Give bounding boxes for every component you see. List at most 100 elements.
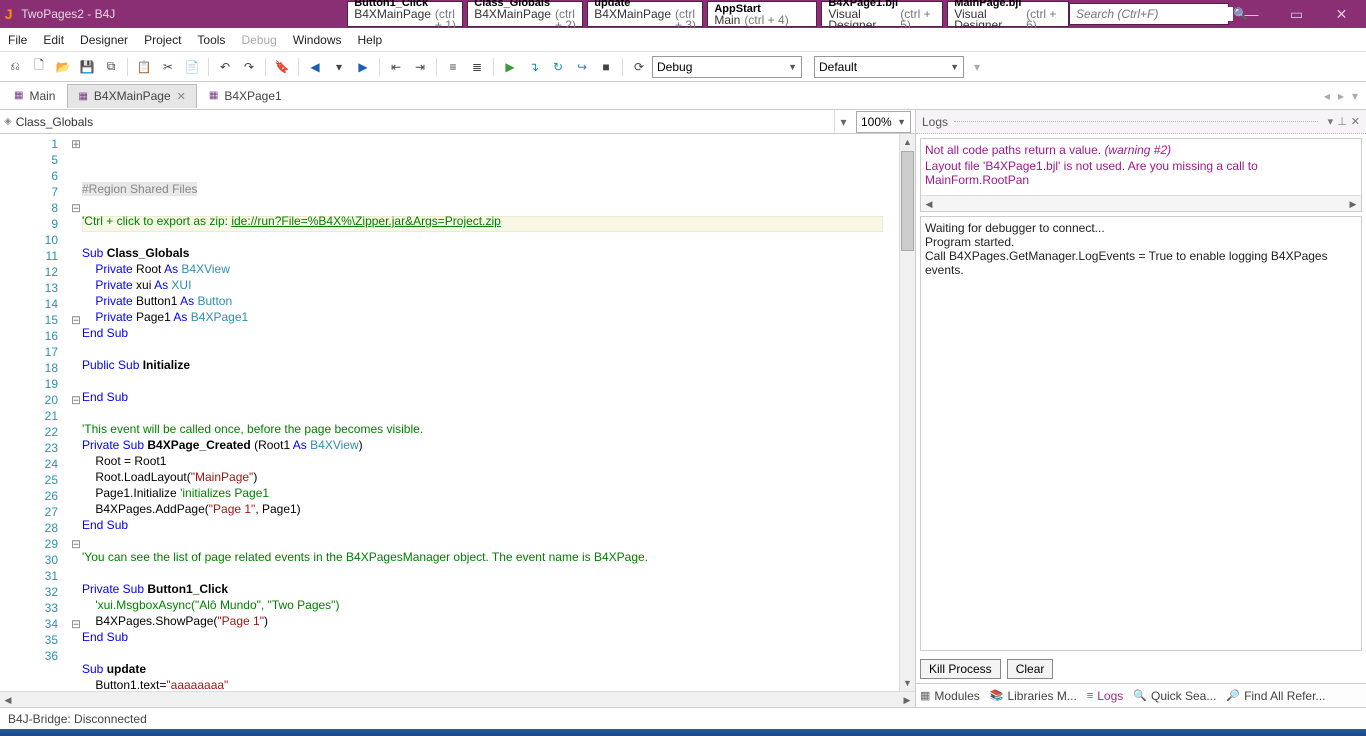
line-gutter: 1567891011121314151617181920212223242526…	[0, 134, 70, 691]
chevron-down-icon: ▼	[788, 62, 797, 72]
app-title: TwoPages2 - B4J	[17, 0, 347, 28]
tab-icon: 📚	[990, 689, 1004, 702]
title-tab[interactable]: B4XPage1.bjlVisual Designer(ctrl + 5)	[821, 1, 943, 27]
menu-windows[interactable]: Windows	[293, 33, 342, 47]
panel-close-icon[interactable]: ✕	[1351, 115, 1360, 128]
scroll-thumb[interactable]	[901, 151, 914, 251]
open-icon[interactable]: 📂	[52, 56, 74, 78]
comment-icon[interactable]: ≡	[442, 56, 464, 78]
nav-fwd-icon[interactable]: ▶	[352, 56, 374, 78]
clear-button[interactable]: Clear	[1007, 659, 1054, 679]
kill-process-button[interactable]: Kill Process	[920, 659, 1001, 679]
warning-item[interactable]: Not all code paths return a value. (warn…	[925, 143, 1357, 157]
zoom-combo[interactable]: 100% ▼	[856, 111, 911, 133]
editor-tab[interactable]: ▦B4XMainPage✕	[67, 84, 196, 108]
app-icon: J	[0, 0, 17, 28]
module-icon: ▦	[14, 90, 23, 101]
mode-combo[interactable]: Default ▼	[814, 56, 964, 78]
nav-back-icon[interactable]: ◀	[304, 56, 326, 78]
title-tab[interactable]: updateB4XMainPage(ctrl + 3)	[587, 1, 703, 27]
right-tabs: ▦Modules 📚Libraries M... ≡Logs 🔍Quick Sea..…	[916, 683, 1366, 707]
toolbar-overflow-icon[interactable]: ▾	[966, 56, 988, 78]
minimize-button[interactable]: —	[1229, 6, 1274, 22]
right-tab[interactable]: 🔎Find All Refer...	[1226, 689, 1325, 703]
fold-gutter[interactable]: ⊞⊟⊟⊟⊟⊟	[70, 134, 82, 691]
menu-help[interactable]: Help	[358, 33, 383, 47]
back-icon[interactable]: ⎌	[4, 56, 26, 78]
scope-combo[interactable]	[16, 115, 834, 129]
menu-edit[interactable]: Edit	[43, 33, 64, 47]
build-config-combo[interactable]: Debug ▼	[652, 56, 802, 78]
export-icon[interactable]: ⧉	[100, 56, 122, 78]
panel-dropdown-icon[interactable]: ▾	[1328, 115, 1334, 128]
close-tab-icon[interactable]: ✕	[177, 90, 186, 103]
title-tab[interactable]: Button1_ClickB4XMainPage(ctrl + 1)	[347, 1, 463, 27]
code-editor[interactable]: 1567891011121314151617181920212223242526…	[0, 134, 915, 691]
menu-project[interactable]: Project	[144, 33, 181, 47]
menu-tools[interactable]: Tools	[197, 33, 225, 47]
bookmark-icon[interactable]: 🔖	[271, 56, 293, 78]
save-icon[interactable]: 💾	[76, 56, 98, 78]
scroll-down-icon[interactable]: ▼	[900, 675, 915, 691]
scroll-right-icon[interactable]: ▶	[899, 692, 915, 707]
tab-prev-icon[interactable]: ◂	[1324, 89, 1330, 103]
tab-list-icon[interactable]: ▾	[1352, 89, 1358, 103]
code-area[interactable]: #Region Shared Files 'Ctrl + click to ex…	[82, 134, 899, 691]
restart-icon[interactable]: ⟳	[628, 56, 650, 78]
right-tab[interactable]: 🔍Quick Sea...	[1133, 689, 1216, 703]
indent-icon[interactable]: ⇥	[409, 56, 431, 78]
mode-value: Default	[819, 60, 857, 74]
warnings-scrollbar[interactable]: ◀▶	[921, 195, 1361, 211]
cut-icon[interactable]: ✂	[157, 56, 179, 78]
toolbar: ⎌ 🗋 📂 💾 ⧉ 📋 ✂ 📄 ↶ ↷ 🔖 ◀ ▾ ▶ ⇤ ⇥ ≡ ≣ ▶ ↴ …	[0, 52, 1366, 82]
maximize-button[interactable]: ▭	[1274, 6, 1319, 23]
new-icon[interactable]: 🗋	[28, 56, 50, 78]
right-tab[interactable]: ▦Modules	[920, 689, 980, 703]
module-icon: ▦	[78, 91, 87, 102]
paste-icon[interactable]: 📄	[181, 56, 203, 78]
uncomment-icon[interactable]: ≣	[466, 56, 488, 78]
title-tabs: Button1_ClickB4XMainPage(ctrl + 1)Class_…	[347, 0, 1069, 28]
module-icon: ▦	[209, 90, 218, 101]
menu-file[interactable]: File	[8, 33, 27, 47]
redo-icon[interactable]: ↷	[238, 56, 260, 78]
editor-tab[interactable]: ▦Main	[4, 84, 65, 108]
warning-item[interactable]: Layout file 'B4XPage1.bjl' is not used. …	[925, 159, 1357, 187]
horizontal-scrollbar[interactable]: ◀ ▶	[0, 691, 915, 707]
run-icon[interactable]: ▶	[499, 56, 521, 78]
undo-icon[interactable]: ↶	[214, 56, 236, 78]
right-tab[interactable]: ≡Logs	[1087, 689, 1123, 703]
editor-tab[interactable]: ▦B4XPage1	[199, 84, 292, 108]
title-tab[interactable]: Class_GlobalsB4XMainPage(ctrl + 2)	[467, 1, 583, 27]
outdent-icon[interactable]: ⇤	[385, 56, 407, 78]
menu-bar: FileEditDesignerProjectToolsDebugWindows…	[0, 28, 1366, 52]
main-area: ◈ ▾ 100% ▼ 15678910111213141516171819202…	[0, 110, 1366, 707]
logs-header: Logs ▾ ⊥ ✕	[916, 110, 1366, 134]
editor-column: ◈ ▾ 100% ▼ 15678910111213141516171819202…	[0, 110, 916, 707]
scroll-left-icon[interactable]: ◀	[0, 692, 16, 707]
close-button[interactable]: ✕	[1319, 6, 1364, 23]
nav-dropdown-icon[interactable]: ▾	[328, 56, 350, 78]
copy-icon[interactable]: 📋	[133, 56, 155, 78]
title-tab[interactable]: MainPage.bjlVisual Designer(ctrl + 6)	[947, 1, 1069, 27]
log-buttons: Kill Process Clear	[916, 655, 1366, 683]
tab-icon: ≡	[1087, 690, 1093, 702]
pin-icon[interactable]: ⊥	[1337, 115, 1347, 128]
scroll-up-icon[interactable]: ▲	[900, 134, 915, 150]
step-out-icon[interactable]: ↪	[571, 56, 593, 78]
title-tab[interactable]: AppStartMain(ctrl + 4)	[707, 1, 817, 27]
scope-dropdown-icon[interactable]: ▾	[834, 110, 852, 133]
stop-icon[interactable]: ■	[595, 56, 617, 78]
vertical-scrollbar[interactable]: ▲ ▼	[899, 134, 915, 691]
os-taskbar	[0, 729, 1366, 736]
member-icon: ◈	[4, 116, 12, 127]
step-over-icon[interactable]: ↻	[547, 56, 569, 78]
search-input[interactable]	[1076, 7, 1233, 21]
zoom-value: 100%	[861, 115, 892, 129]
search-box[interactable]: 🔍	[1069, 3, 1229, 25]
menu-designer[interactable]: Designer	[80, 33, 128, 47]
right-tab[interactable]: 📚Libraries M...	[990, 689, 1077, 703]
editor-tabs: ▦Main▦B4XMainPage✕▦B4XPage1 ◂ ▸ ▾	[0, 82, 1366, 110]
step-in-icon[interactable]: ↴	[523, 56, 545, 78]
tab-next-icon[interactable]: ▸	[1338, 89, 1344, 103]
